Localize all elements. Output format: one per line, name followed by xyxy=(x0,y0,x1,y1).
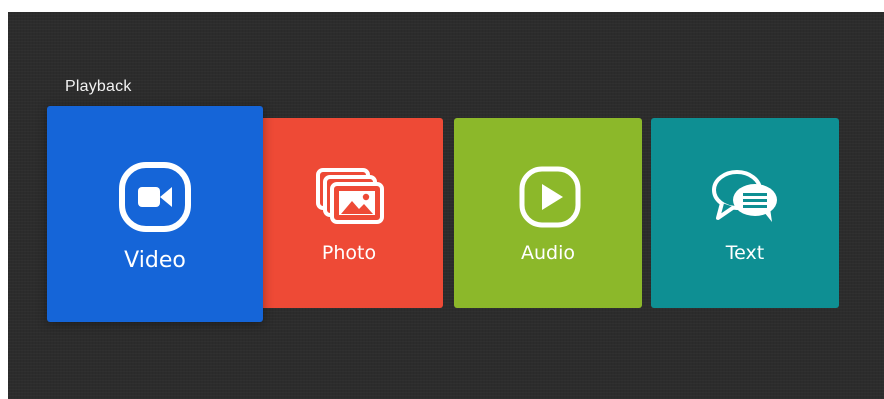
audio-tile[interactable]: Audio xyxy=(454,118,642,308)
audio-tile-label: Audio xyxy=(520,242,575,264)
play-icon xyxy=(513,166,583,228)
text-tile-label: Text xyxy=(725,242,765,264)
video-tile[interactable]: Video xyxy=(47,106,263,322)
playback-screen: Playback Photo Audio Text Video xyxy=(8,12,884,399)
video-tile-label: Video xyxy=(124,248,186,273)
photo-tile[interactable]: Photo xyxy=(255,118,443,308)
photo-gallery-icon xyxy=(314,166,384,228)
photo-tile-label: Photo xyxy=(321,242,377,264)
video-camera-icon xyxy=(118,162,192,232)
text-tile[interactable]: Text xyxy=(651,118,839,308)
section-title: Playback xyxy=(65,78,132,95)
chat-bubbles-icon xyxy=(710,166,780,228)
